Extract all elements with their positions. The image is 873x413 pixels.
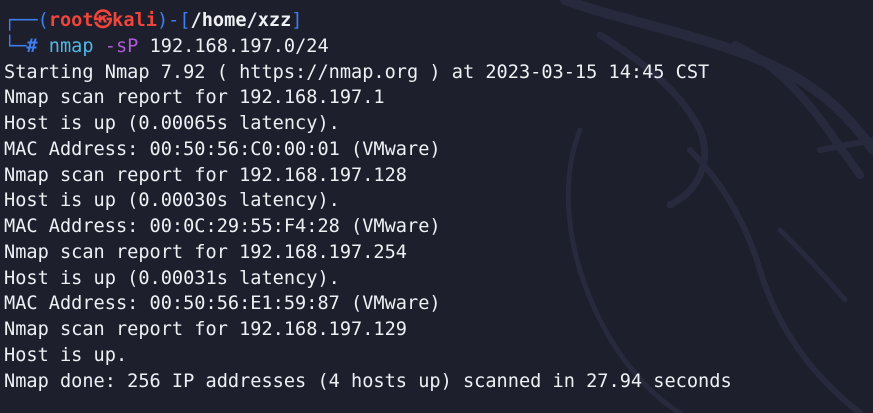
prompt-line-top: ┌──(root㉿kali)-[/home/xzz] bbox=[4, 8, 873, 34]
output-line: Starting Nmap 7.92 ( https://nmap.org ) … bbox=[4, 61, 710, 83]
output-line: Nmap done: 256 IP addresses (4 hosts up)… bbox=[4, 370, 732, 392]
prompt-separator-icon: ㉿ bbox=[93, 10, 113, 31]
command-line[interactable]: └─# nmap -sP 192.168.197.0/24 bbox=[4, 34, 873, 60]
command-program: nmap bbox=[48, 35, 94, 57]
output-line: Host is up (0.00031s latency). bbox=[4, 267, 340, 289]
output-line: Nmap scan report for 192.168.197.254 bbox=[4, 241, 407, 263]
output-line: MAC Address: 00:50:56:E1:59:87 (VMware) bbox=[4, 293, 441, 315]
prompt-user: root bbox=[48, 10, 94, 31]
terminal-window[interactable]: ┌──(root㉿kali)-[/home/xzz] └─# nmap -sP … bbox=[0, 0, 873, 413]
command-flag: -sP bbox=[104, 35, 139, 57]
prompt-hash: # bbox=[26, 35, 38, 57]
prompt-corner-top: ┌──( bbox=[4, 10, 49, 31]
output-line: Nmap scan report for 192.168.197.128 bbox=[4, 164, 407, 186]
output-line: Nmap scan report for 192.168.197.1 bbox=[4, 87, 385, 109]
output-line: Host is up (0.00065s latency). bbox=[4, 113, 340, 134]
prompt-close: ] bbox=[291, 10, 303, 31]
output-line: Host is up. bbox=[4, 344, 128, 366]
output-line: Nmap scan report for 192.168.197.129 bbox=[4, 319, 407, 340]
prompt-mid: )-[ bbox=[156, 10, 191, 31]
terminal-output-area: ┌──(root㉿kali)-[/home/xzz] └─# nmap -sP … bbox=[4, 8, 873, 394]
prompt-corner-bottom: └─ bbox=[4, 35, 27, 57]
output-line: MAC Address: 00:50:56:C0:00:01 (VMware) bbox=[4, 138, 441, 160]
output-line: MAC Address: 00:0C:29:55:F4:28 (VMware) bbox=[4, 216, 441, 237]
output-line: Host is up (0.00030s latency). bbox=[4, 190, 340, 212]
prompt-host: kali bbox=[112, 10, 157, 31]
command-target: 192.168.197.0/24 bbox=[149, 35, 329, 57]
prompt-path: /home/xzz bbox=[190, 10, 292, 31]
